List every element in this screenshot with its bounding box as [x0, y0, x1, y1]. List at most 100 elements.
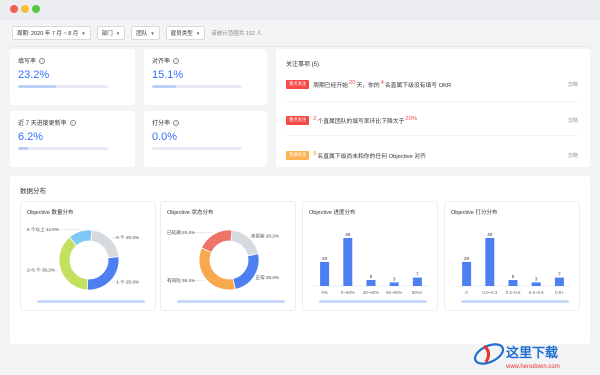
- bar[interactable]: [462, 262, 472, 286]
- bar[interactable]: [508, 280, 518, 286]
- period-filter[interactable]: 周期: 2020 年 7 月 ~ 8 月 ▼: [12, 26, 91, 40]
- bar[interactable]: [554, 277, 564, 286]
- ignore-button[interactable]: 忽略: [568, 152, 578, 159]
- minimize-window-dot[interactable]: [21, 5, 29, 13]
- maximize-window-dot[interactable]: [32, 5, 40, 13]
- watermark-url: www.herodown.com: [505, 364, 560, 370]
- objective-count-chart-card: Objective 数量分布 0 个 20.2% 1 个 25.9% 2~5 个 3…: [20, 201, 156, 311]
- employee-type-filter-label: 雇员类型: [170, 31, 193, 37]
- caret-down-icon: ▼: [115, 30, 121, 36]
- bar-category-label: 30~60%: [363, 290, 379, 295]
- team-filter[interactable]: 团队 ▼: [131, 26, 160, 40]
- text-segment: 天，你的: [356, 82, 380, 89]
- caret-down-icon: ▼: [150, 30, 155, 36]
- objective-score-bar-chart: 20 0 40 0.0~0.3 5 0.3~0.6 3 0.6~0.9 7 0.9+: [455, 232, 571, 295]
- attention-text: 周期已经开始 20 天，你的 4 名直属下级没有填写 OKR: [313, 80, 451, 89]
- ignore-button[interactable]: 忽略: [568, 117, 578, 124]
- bar-value-label: 7: [558, 272, 561, 277]
- bar-value-label: 20: [464, 256, 470, 261]
- ignore-button[interactable]: 忽略: [568, 81, 578, 88]
- bar-value-label: 3: [393, 276, 396, 281]
- attention-item[interactable]: 重点关注 2 个直属团队的填写率环比下降大于 20% 忽略: [286, 113, 578, 127]
- chart-scroll-bar[interactable]: [37, 300, 145, 303]
- info-icon[interactable]: i: [173, 119, 180, 126]
- data-distribution-section: 数据分布 Objective 数量分布 0 个 20.2% 1 个 25.9% 2~…: [10, 176, 590, 344]
- metric-card-align-rate: 对齐率 i 15.1%: [144, 49, 267, 105]
- metric-progress-bar: [18, 85, 108, 88]
- caret-down-icon: ▼: [195, 30, 201, 36]
- bar-category-label: 0: [465, 290, 468, 295]
- metric-value: 0.0%: [152, 131, 178, 143]
- info-icon[interactable]: i: [173, 57, 180, 64]
- bar[interactable]: [531, 282, 541, 286]
- metric-progress-fill: [18, 147, 29, 150]
- text-segment: 名直属下级没有填写 OKR: [384, 82, 452, 89]
- bar-category-label: 0.6~0.9: [529, 290, 544, 295]
- donut-slice[interactable]: [58, 236, 89, 291]
- chart-scroll-bar[interactable]: [461, 300, 569, 303]
- window-titlebar: [0, 0, 600, 20]
- donut-slice[interactable]: [200, 229, 233, 253]
- slice-label: 已延期 20.2%: [167, 229, 195, 236]
- scope-count-text: 该统计范围共 192 人: [211, 31, 262, 37]
- objective-status-chart-card: Objective 状态分布 未更新 20.2% 正常 25.2% 有风险 35.2…: [160, 201, 296, 311]
- metric-card-update-rate: 近 7 天进度更新率 i 6.2%: [10, 111, 135, 167]
- period-filter-label: 周期: 2020 年 7 月 ~ 8 月: [17, 31, 79, 37]
- bar-value-label: 3: [535, 276, 538, 281]
- donut-slice[interactable]: [232, 253, 260, 290]
- donut-slice[interactable]: [86, 256, 120, 291]
- info-icon[interactable]: i: [69, 119, 76, 126]
- bar[interactable]: [366, 280, 376, 286]
- attention-item[interactable]: 普通关注 5 名直属下级尚未和你的任何 Objective 对齐 忽略: [286, 148, 578, 162]
- slice-label: 2~5 个 35.2%: [27, 268, 55, 273]
- department-filter[interactable]: 部门 ▼: [96, 26, 126, 40]
- close-window-dot[interactable]: [10, 5, 18, 13]
- metric-progress-fill: [18, 85, 56, 88]
- bar-value-label: 7: [416, 272, 419, 277]
- filter-divider: [10, 46, 590, 47]
- bar-category-label: 60~90%: [386, 290, 402, 295]
- donut-slice[interactable]: [90, 229, 120, 259]
- site-watermark-logo: 这里下载 www.herodown.com: [472, 334, 592, 372]
- info-icon[interactable]: i: [39, 57, 46, 64]
- bar[interactable]: [412, 277, 422, 286]
- chart-scroll-bar[interactable]: [319, 300, 427, 303]
- objective-progress-chart-card: Objective 进度分布 20 0% 40 0~30% 5 30~60% 3 60~90%…: [302, 201, 438, 311]
- bar-category-label: 0.0~0.3: [482, 290, 497, 295]
- bar[interactable]: [343, 238, 353, 286]
- filter-bar: 周期: 2020 年 7 月 ~ 8 月 ▼ 部门 ▼ 团队 ▼ 雇员类型 ▼ …: [10, 22, 590, 44]
- metric-progress-bar: [152, 147, 242, 150]
- employee-type-filter[interactable]: 雇员类型 ▼: [165, 26, 206, 40]
- metric-value: 23.2%: [18, 69, 50, 81]
- bar[interactable]: [320, 262, 330, 286]
- metric-label: 近 7 天进度更新率: [18, 121, 67, 127]
- chart-scroll-bar[interactable]: [177, 300, 285, 303]
- donut-slice[interactable]: [198, 247, 236, 291]
- objective-count-donut-chart: 0 个 20.2% 1 个 25.9% 2~5 个 35.2% 5 个以上 12.0%: [27, 226, 139, 291]
- attention-tag: 重点关注: [286, 115, 310, 125]
- slice-label: 0 个 20.2%: [116, 235, 139, 240]
- text-segment: 周期已经开始: [313, 82, 348, 89]
- metric-value: 6.2%: [18, 131, 44, 143]
- bar-category-label: 0~30%: [341, 290, 355, 295]
- metric-value: 15.1%: [152, 69, 184, 81]
- metric-card-score-rate: 打分率 i 0.0%: [144, 111, 267, 167]
- caret-down-icon: ▼: [81, 30, 86, 36]
- metric-label: 填写率: [18, 59, 37, 65]
- attention-item[interactable]: 重点关注 周期已经开始 20 天，你的 4 名直属下级没有填写 OKR 忽略: [286, 77, 578, 91]
- highlight-number: 5: [313, 150, 317, 157]
- slice-label: 有风险 35.2%: [167, 277, 195, 284]
- bar-category-label: 0.9+: [555, 290, 564, 295]
- bar-value-label: 40: [487, 232, 493, 237]
- slice-label: 正常 25.2%: [256, 274, 280, 281]
- bar-category-label: 0%: [321, 290, 327, 295]
- text-segment: 名直属下级尚未和你的任何 Objective 对齐: [317, 153, 426, 160]
- highlight-number: 20%: [405, 115, 417, 122]
- highlight-number: 20: [348, 79, 356, 86]
- bar[interactable]: [485, 238, 495, 286]
- metric-label: 对齐率: [152, 59, 171, 65]
- bar[interactable]: [389, 282, 399, 286]
- bar-value-label: 40: [345, 232, 351, 237]
- attention-title: 关注事项 (5): [286, 62, 320, 68]
- bar-category-label: 90%+: [412, 290, 424, 295]
